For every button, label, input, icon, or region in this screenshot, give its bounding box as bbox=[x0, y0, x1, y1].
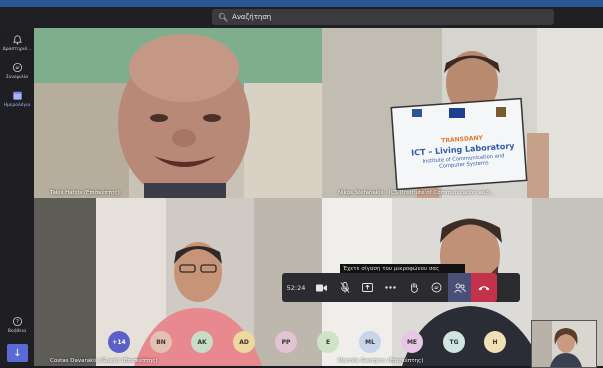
more-participants[interactable]: +14 bbox=[108, 331, 130, 353]
share-screen-icon bbox=[362, 283, 373, 292]
avatar[interactable]: ME bbox=[401, 331, 423, 353]
avatar[interactable]: E bbox=[317, 331, 339, 353]
meeting-controls: 52:24 bbox=[282, 273, 520, 302]
more-actions-button[interactable] bbox=[379, 273, 402, 302]
camera-button[interactable] bbox=[310, 273, 333, 302]
raise-hand-button[interactable] bbox=[402, 273, 425, 302]
video-tile-2[interactable]: TRANSDANY ICT – Living Laboratory Instit… bbox=[322, 28, 603, 198]
app-rail: Δραστηριό... Συνομιλία Ημερολόγιο ? Βοήθ… bbox=[0, 28, 34, 366]
participant-name: Costas Davarakis (Guest) (Επισκέπτης) bbox=[50, 358, 158, 364]
participant-name: Nikos Stefanakis - ICS (Institute of Com… bbox=[338, 190, 495, 196]
participant-video-1 bbox=[34, 28, 322, 198]
people-icon bbox=[453, 283, 466, 293]
rail-label-activity: Δραστηριό... bbox=[2, 47, 32, 52]
mic-button[interactable] bbox=[333, 273, 356, 302]
self-view-video[interactable] bbox=[531, 320, 597, 368]
avatar[interactable]: H bbox=[484, 331, 506, 353]
rail-label-help: Βοήθεια bbox=[7, 329, 27, 334]
call-duration: 52:24 bbox=[286, 283, 306, 292]
avatar[interactable]: ML bbox=[359, 331, 381, 353]
svg-text:?: ? bbox=[15, 319, 18, 326]
participant-avatars: +14 BN AK AD PP E ML ME TG H bbox=[108, 331, 528, 355]
avatar[interactable]: BN bbox=[150, 331, 172, 353]
top-bar: 🔍︎ Αναζήτηση bbox=[0, 7, 603, 28]
rail-label-chat: Συνομιλία bbox=[5, 75, 29, 80]
video-tile-1[interactable]: Takis Hatzis (Επισκέπτης) bbox=[34, 28, 322, 198]
search-icon: 🔍︎ bbox=[218, 12, 229, 22]
avatar[interactable]: TG bbox=[443, 331, 465, 353]
rail-item-calendar[interactable]: Ημερολόγιο bbox=[0, 90, 34, 108]
participant-name: Takis Hatzis (Επισκέπτης) bbox=[50, 190, 120, 196]
calendar-icon bbox=[12, 91, 22, 100]
participant-name: Manolis Georgiou (Επισκέπτης) bbox=[338, 358, 424, 364]
participant-video-2 bbox=[322, 28, 603, 198]
bell-icon bbox=[12, 35, 22, 45]
search-box[interactable]: 🔍︎ Αναζήτηση bbox=[212, 9, 554, 25]
ellipsis-icon bbox=[385, 286, 396, 289]
chat-button[interactable] bbox=[425, 273, 448, 302]
search-placeholder: Αναζήτηση bbox=[232, 13, 272, 21]
self-view-image bbox=[532, 321, 596, 367]
avatar[interactable]: PP bbox=[275, 331, 297, 353]
rail-item-activity[interactable]: Δραστηριό... bbox=[0, 34, 34, 52]
hand-icon bbox=[410, 283, 418, 293]
participants-button[interactable] bbox=[448, 273, 471, 302]
download-button[interactable]: ↓ bbox=[7, 344, 28, 362]
chat-bubble-icon bbox=[431, 282, 442, 293]
leave-call-button[interactable] bbox=[471, 273, 497, 302]
help-icon: ? bbox=[12, 316, 22, 327]
hang-up-icon bbox=[478, 285, 490, 290]
share-button[interactable] bbox=[356, 273, 379, 302]
window-top-strip bbox=[0, 0, 603, 7]
download-icon: ↓ bbox=[13, 347, 22, 359]
avatar[interactable]: AK bbox=[191, 331, 213, 353]
chat-icon bbox=[12, 62, 22, 73]
mic-muted-icon bbox=[340, 282, 349, 293]
avatar[interactable]: AD bbox=[233, 331, 255, 353]
rail-item-chat[interactable]: Συνομιλία bbox=[0, 62, 34, 80]
camera-icon bbox=[316, 284, 327, 291]
rail-item-help[interactable]: ? Βοήθεια bbox=[0, 316, 34, 334]
rail-label-calendar: Ημερολόγιο bbox=[3, 103, 31, 108]
